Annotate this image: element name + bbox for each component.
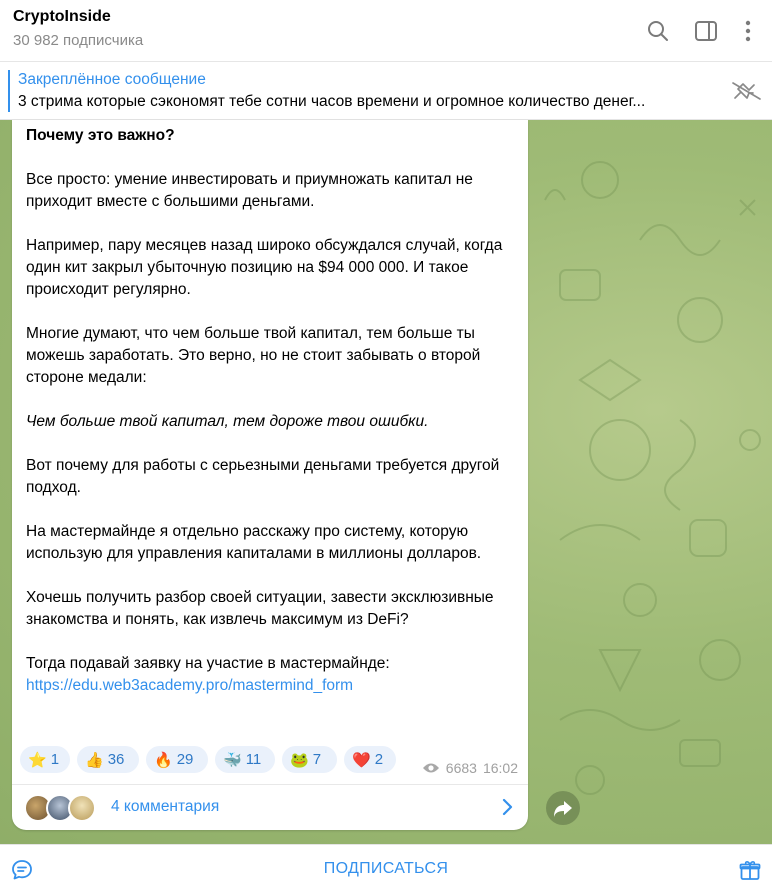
channel-title[interactable]: CryptoInside (13, 8, 111, 26)
pinned-indicator (8, 70, 10, 112)
reaction-count: 7 (312, 751, 322, 768)
subscriber-count: 30 982 подписчика (13, 32, 144, 49)
post-paragraph: Вот почему для работы с серьезными деньг… (26, 457, 500, 496)
subscribe-button[interactable]: ПОДПИСАТЬСЯ (0, 860, 772, 878)
post-heading: Почему это важно? (26, 127, 175, 144)
mastermind-link[interactable]: https://edu.web3academy.pro/mastermind_f… (26, 677, 353, 694)
sidebar-toggle-icon[interactable] (693, 18, 719, 44)
share-arrow-icon (554, 801, 572, 817)
reaction-star[interactable]: ⭐ 1 (20, 746, 70, 773)
chevron-right-icon (502, 798, 513, 816)
post-text: Почему это важно? Все просто: умение инв… (26, 120, 518, 697)
pinned-text: 3 стрима которые сэкономят тебе сотни ча… (18, 93, 646, 110)
frog-icon: 🐸 (290, 751, 309, 769)
reaction-count: 11 (245, 751, 262, 768)
pinned-title: Закреплённое сообщение (18, 71, 206, 88)
views-count: 6683 (445, 760, 477, 776)
post-paragraph: На мастермайнде я отдельно расскажу про … (26, 523, 482, 562)
unpin-icon[interactable] (731, 80, 763, 102)
reaction-fire[interactable]: 🔥 29 (146, 746, 208, 773)
more-options-icon[interactable] (735, 18, 761, 44)
post-paragraph: Тогда подавай заявку на участие в мастер… (26, 655, 390, 672)
channel-post: Почему это важно? Все просто: умение инв… (12, 120, 528, 830)
pinned-message[interactable]: Закреплённое сообщение 3 стрима которые … (0, 62, 772, 120)
post-meta: 6683 16:02 (422, 760, 518, 776)
search-icon[interactable] (645, 18, 671, 44)
comments-count: 4 комментария (111, 798, 220, 815)
share-button[interactable] (546, 791, 580, 825)
views-eye-icon (422, 763, 439, 773)
reaction-count: 1 (50, 751, 60, 768)
star-icon: ⭐ (28, 751, 47, 769)
heart-icon: ❤️ (352, 751, 371, 769)
reaction-whale[interactable]: 🐳 11 (215, 746, 275, 773)
avatar (68, 794, 96, 822)
whale-icon: 🐳 (223, 751, 242, 769)
post-quote: Чем больше твой капитал, тем дороже твои… (26, 413, 429, 430)
post-paragraph: Например, пару месяцев назад широко обсу… (26, 237, 503, 298)
post-paragraph: Все просто: умение инвестировать и приум… (26, 171, 473, 210)
post-paragraph: Многие думают, что чем больше твой капит… (26, 325, 481, 386)
comments-button[interactable]: 4 комментария (12, 785, 528, 830)
reaction-heart[interactable]: ❤️ 2 (344, 746, 396, 773)
reaction-count: 36 (107, 751, 125, 768)
reaction-frog[interactable]: 🐸 7 (282, 746, 337, 773)
reaction-count: 29 (176, 751, 194, 768)
chat-header: CryptoInside 30 982 подписчика (0, 0, 772, 62)
commenter-avatars (24, 794, 108, 822)
fire-icon: 🔥 (154, 751, 173, 769)
reaction-thumbs-up[interactable]: 👍 36 (77, 746, 139, 773)
thumbs-up-icon: 👍 (85, 751, 104, 769)
post-time: 16:02 (482, 760, 518, 776)
post-paragraph: Хочешь получить разбор своей ситуации, з… (26, 589, 494, 628)
gift-icon[interactable] (738, 858, 762, 882)
footer-bar: ПОДПИСАТЬСЯ (0, 844, 772, 892)
reaction-count: 2 (374, 751, 384, 768)
